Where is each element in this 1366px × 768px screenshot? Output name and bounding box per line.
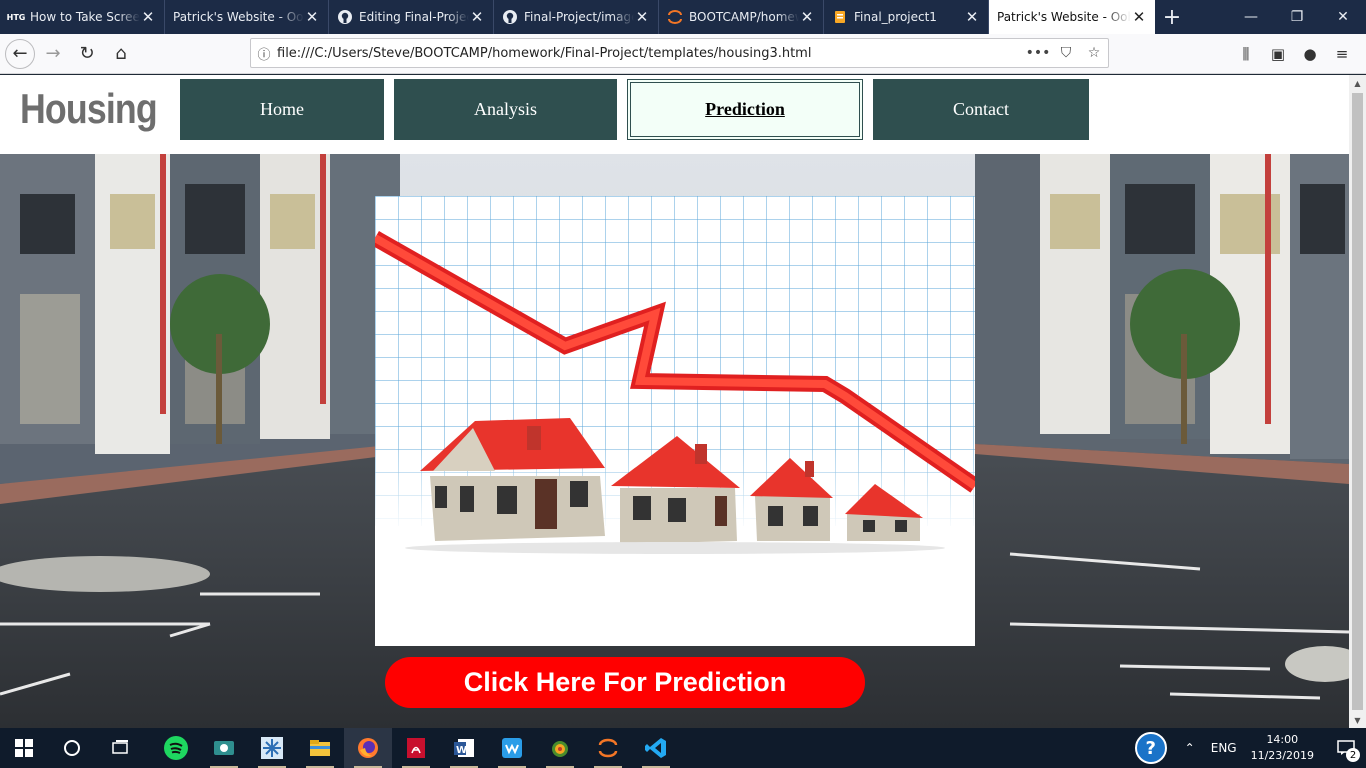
nav-analysis[interactable]: Analysis	[394, 79, 617, 140]
tab-title: Editing Final-Project	[359, 10, 469, 24]
browser-tab[interactable]: HTG How to Take Screen ✕	[0, 0, 165, 34]
system-tray: ? ⌃ ENG 14:00 11/23/2019 2	[1134, 728, 1366, 768]
menu-icon[interactable]: ≡	[1326, 38, 1358, 70]
close-tab-icon[interactable]: ✕	[964, 8, 980, 26]
svg-text:W: W	[456, 745, 467, 756]
browser-tab[interactable]: Patrick's Website - Ooh, ✕	[165, 0, 329, 34]
close-window-icon[interactable]: ✕	[1320, 0, 1366, 34]
search-circle-icon[interactable]	[48, 728, 96, 768]
anaconda-icon[interactable]	[536, 728, 584, 768]
word-icon[interactable]: W	[440, 728, 488, 768]
minimize-icon[interactable]: —	[1228, 0, 1274, 34]
page-viewport: Housing Home Analysis Prediction Contact	[0, 75, 1349, 728]
nav-prediction[interactable]: Prediction	[627, 79, 863, 140]
library-icon[interactable]: ⫼	[1230, 38, 1262, 70]
browser-tab[interactable]: Final_project1 ✕	[824, 0, 989, 34]
notification-count-badge: 2	[1346, 748, 1360, 762]
github-favicon-icon	[502, 9, 518, 25]
jupyter-icon[interactable]	[584, 728, 632, 768]
snowflake-app-icon[interactable]	[248, 728, 296, 768]
window-controls: — ❐ ✕	[1228, 0, 1366, 34]
clock-time: 14:00	[1266, 733, 1299, 746]
browser-tab[interactable]: Final-Project/image ✕	[494, 0, 659, 34]
clock-date: 11/23/2019	[1250, 749, 1314, 762]
scroll-down-icon[interactable]: ▼	[1349, 712, 1366, 728]
github-favicon-icon	[337, 9, 353, 25]
account-icon[interactable]: ●	[1294, 38, 1326, 70]
close-tab-icon[interactable]: ✕	[304, 8, 320, 26]
bookmark-star-icon[interactable]: ☆	[1080, 45, 1108, 61]
windows-taskbar: W ? ⌃ ENG 14:00 11/23/2019 2	[0, 728, 1366, 768]
pdf-reader-icon[interactable]	[392, 728, 440, 768]
scroll-up-icon[interactable]: ▲	[1349, 75, 1366, 91]
prediction-cta-button[interactable]: Click Here For Prediction	[385, 657, 865, 708]
close-tab-icon[interactable]: ✕	[1131, 8, 1147, 26]
tab-title: Patrick's Website - Ooh,	[173, 10, 304, 24]
address-bar[interactable]: ⓘ file:///C:/Users/Steve/BOOTCAMP/homewo…	[250, 38, 1109, 68]
scrollbar-thumb[interactable]	[1352, 93, 1363, 710]
close-tab-icon[interactable]: ✕	[634, 8, 650, 26]
nav-home[interactable]: Home	[180, 79, 384, 140]
pocket-icon[interactable]: ⛉	[1052, 45, 1080, 61]
firefox-icon[interactable]	[344, 728, 392, 768]
site-logo: Housing	[20, 85, 158, 132]
tab-title: Final_project1	[854, 10, 937, 24]
new-tab-icon[interactable]: +	[1155, 0, 1189, 34]
forward-arrow-icon[interactable]: →	[37, 38, 69, 70]
info-icon[interactable]: ⓘ	[251, 44, 277, 63]
navigation-toolbar: ← → ↻ ⌂ ⓘ file:///C:/Users/Steve/BOOTCAM…	[0, 34, 1366, 74]
tab-title: Final-Project/image	[524, 10, 634, 24]
clock[interactable]: 14:00 11/23/2019	[1251, 732, 1314, 764]
spotify-icon[interactable]	[152, 728, 200, 768]
close-tab-icon[interactable]: ✕	[469, 8, 485, 26]
task-view-icon[interactable]	[96, 728, 144, 768]
tab-bar: HTG How to Take Screen ✕ Patrick's Websi…	[0, 0, 1366, 34]
htg-favicon-icon: HTG	[6, 12, 26, 22]
browser-tab-active[interactable]: Patrick's Website - Ooh, ✕	[989, 0, 1155, 34]
nav-contact[interactable]: Contact	[873, 79, 1089, 140]
help-icon[interactable]: ?	[1134, 732, 1167, 764]
chevron-up-icon[interactable]: ⌃	[1185, 741, 1195, 755]
sidebar-icon[interactable]: ▣	[1262, 38, 1294, 70]
url-text[interactable]: file:///C:/Users/Steve/BOOTCAMP/homework…	[277, 46, 1024, 61]
site-header: Housing Home Analysis Prediction Contact	[0, 75, 1349, 154]
restore-icon[interactable]: ❐	[1274, 0, 1320, 34]
file-explorer-icon[interactable]	[296, 728, 344, 768]
language-indicator[interactable]: ENG	[1211, 741, 1237, 755]
back-arrow-icon[interactable]: ←	[5, 38, 35, 69]
jupyter-favicon-icon	[667, 9, 683, 25]
browser-tab[interactable]: BOOTCAMP/homew ✕	[659, 0, 824, 34]
camera-app-icon[interactable]	[200, 728, 248, 768]
tab-title: Patrick's Website - Ooh,	[997, 10, 1131, 24]
toolbar-right: ⫼ ▣ ● ≡	[1230, 38, 1358, 70]
notification-icon[interactable]: 2	[1326, 728, 1366, 768]
close-tab-icon[interactable]: ✕	[140, 8, 156, 26]
tab-title: How to Take Screen	[30, 10, 140, 24]
windows-start-icon[interactable]	[0, 728, 48, 768]
tab-title: BOOTCAMP/homew	[689, 10, 799, 24]
browser-tab[interactable]: Editing Final-Project ✕	[329, 0, 494, 34]
page-actions-icon[interactable]: •••	[1024, 45, 1052, 61]
vscode-icon[interactable]	[632, 728, 680, 768]
whiteboard-icon[interactable]	[488, 728, 536, 768]
notebook-favicon-icon	[832, 9, 848, 25]
reload-icon[interactable]: ↻	[71, 38, 103, 70]
prediction-illustration	[375, 196, 975, 646]
home-icon[interactable]: ⌂	[105, 38, 137, 70]
page-scrollbar[interactable]: ▲ ▼	[1349, 75, 1366, 728]
close-tab-icon[interactable]: ✕	[799, 8, 815, 26]
